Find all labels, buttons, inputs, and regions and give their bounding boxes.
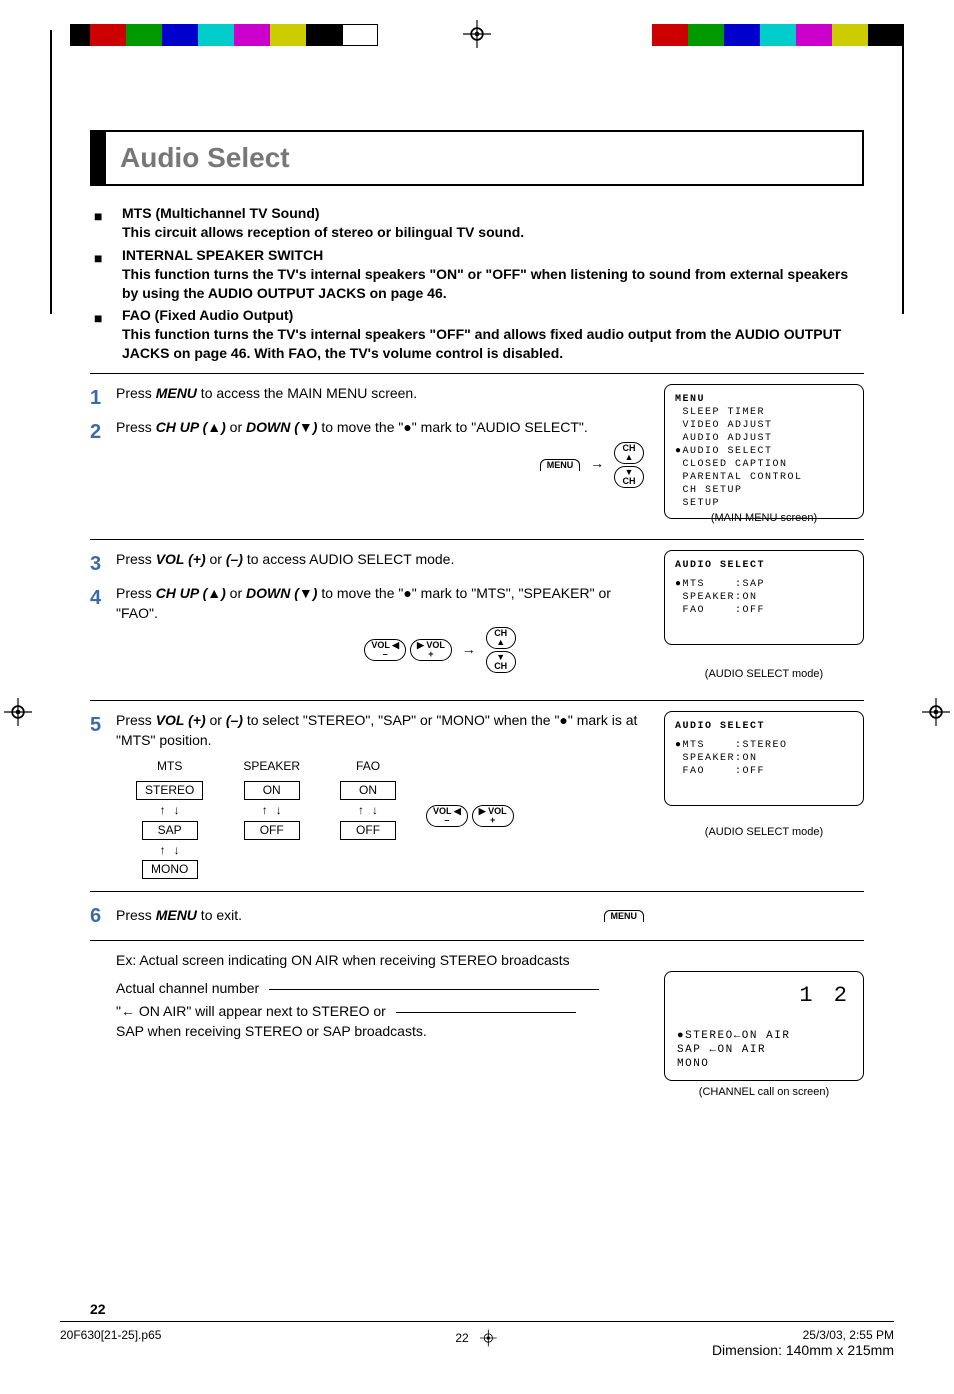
title-text: Audio Select	[120, 142, 848, 174]
arrow-down-icon: ↓	[276, 802, 282, 819]
step-number: 3	[90, 550, 116, 578]
divider	[90, 700, 864, 701]
example-channel-label: Actual channel number	[116, 980, 259, 996]
vol-minus-button-icon: VOL ◀–	[426, 805, 468, 827]
registration-target-icon	[479, 1328, 499, 1348]
example-onair-label: "← ON AIR" will appear next to STEREO or	[116, 1003, 386, 1019]
channel-number: 1 2	[677, 982, 851, 1011]
page-footer: 20F630[21-25].p65 22 25/3/03, 2:55 PMDim…	[60, 1321, 894, 1358]
intro-head: FAO (Fixed Audio Output)	[122, 307, 293, 323]
step-6: 6 Press MENU to exit. MENU	[90, 902, 864, 930]
arrow-up-icon: ↑	[160, 802, 166, 819]
crop-mark	[902, 30, 904, 314]
bullet-icon	[94, 309, 108, 363]
intro-block: MTS (Multichannel TV Sound) This circuit…	[94, 204, 864, 363]
screen-caption: (MAIN MENU screen)	[664, 512, 864, 524]
example-sap-label: SAP when receiving STEREO or SAP broadca…	[116, 1022, 644, 1042]
bullet-icon	[94, 249, 108, 303]
arrow-down-icon: ↓	[372, 802, 378, 819]
registration-bars	[0, 24, 954, 46]
divider	[90, 373, 864, 374]
registration-target-icon	[463, 20, 491, 53]
arrow-right-icon: →	[590, 455, 604, 471]
screen-caption: (AUDIO SELECT mode)	[664, 668, 864, 680]
divider	[90, 539, 864, 540]
vol-plus-button-icon: ▶ VOL+	[410, 639, 452, 661]
divider	[90, 891, 864, 892]
registration-target-right-icon	[922, 698, 950, 731]
intro-head: MTS (Multichannel TV Sound)	[122, 205, 320, 221]
audio-select-screen-1: AUDIO SELECT ●MTS :SAP SPEAKER:ON FAO :O…	[664, 550, 864, 645]
ch-down-button-icon: ▼CH	[614, 466, 644, 488]
arrow-up-icon: ↑	[160, 842, 166, 859]
channel-call-screen: 1 2 ●STEREO←ON AIR SAP ←ON AIR MONO	[664, 971, 864, 1080]
screen-caption: (AUDIO SELECT mode)	[664, 826, 864, 838]
step-number: 1	[90, 384, 116, 412]
footer-dimension: Dimension: 140mm x 215mm	[712, 1342, 894, 1358]
main-menu-screen: MENU SLEEP TIMER VIDEO ADJUST AUDIO ADJU…	[664, 384, 864, 519]
option-diagram: MTS STEREO ↑↓ SAP ↑↓ MONO SPEAKER ON ↑↓ …	[136, 758, 396, 881]
step-number: 6	[90, 902, 116, 930]
footer-date: 25/3/03, 2:55 PM	[803, 1328, 894, 1342]
ch-up-button-icon: CH▲	[486, 627, 516, 649]
step-number: 5	[90, 711, 116, 881]
footer-filename: 20F630[21-25].p65	[60, 1328, 161, 1358]
arrow-right-icon: →	[462, 641, 476, 657]
arrow-up-icon: ↑	[358, 802, 364, 819]
page-number: 22	[90, 1301, 864, 1317]
intro-sub: This function turns the TV's internal sp…	[122, 325, 864, 363]
bullet-icon	[94, 207, 108, 242]
example-intro: Ex: Actual screen indicating ON AIR when…	[116, 951, 644, 971]
registration-target-left-icon	[4, 698, 32, 731]
section-title: Audio Select	[90, 130, 864, 186]
arrow-down-icon: ↓	[174, 802, 180, 819]
ch-down-button-icon: ▼CH	[486, 651, 516, 673]
menu-button-icon: MENU	[604, 910, 645, 922]
intro-head: INTERNAL SPEAKER SWITCH	[122, 247, 323, 263]
step-number: 2	[90, 418, 116, 488]
leader-line	[269, 989, 599, 990]
arrow-down-icon: ↓	[174, 842, 180, 859]
crop-mark	[50, 30, 52, 314]
audio-select-screen-2: AUDIO SELECT ●MTS :STEREO SPEAKER:ON FAO…	[664, 711, 864, 806]
ch-up-button-icon: CH▲	[614, 442, 644, 464]
intro-sub: This function turns the TV's internal sp…	[122, 265, 864, 303]
vol-minus-button-icon: VOL ◀–	[364, 639, 406, 661]
footer-page-num: 22	[455, 1331, 468, 1345]
screen-caption: (CHANNEL call on screen)	[664, 1086, 864, 1098]
divider	[90, 940, 864, 941]
vol-plus-button-icon: ▶ VOL+	[472, 805, 514, 827]
arrow-up-icon: ↑	[262, 802, 268, 819]
intro-sub: This circuit allows reception of stereo …	[122, 223, 864, 242]
leader-line	[396, 1012, 576, 1013]
step-number: 4	[90, 584, 116, 673]
menu-button-icon: MENU	[540, 459, 581, 471]
example-block: Ex: Actual screen indicating ON AIR when…	[90, 951, 864, 1091]
